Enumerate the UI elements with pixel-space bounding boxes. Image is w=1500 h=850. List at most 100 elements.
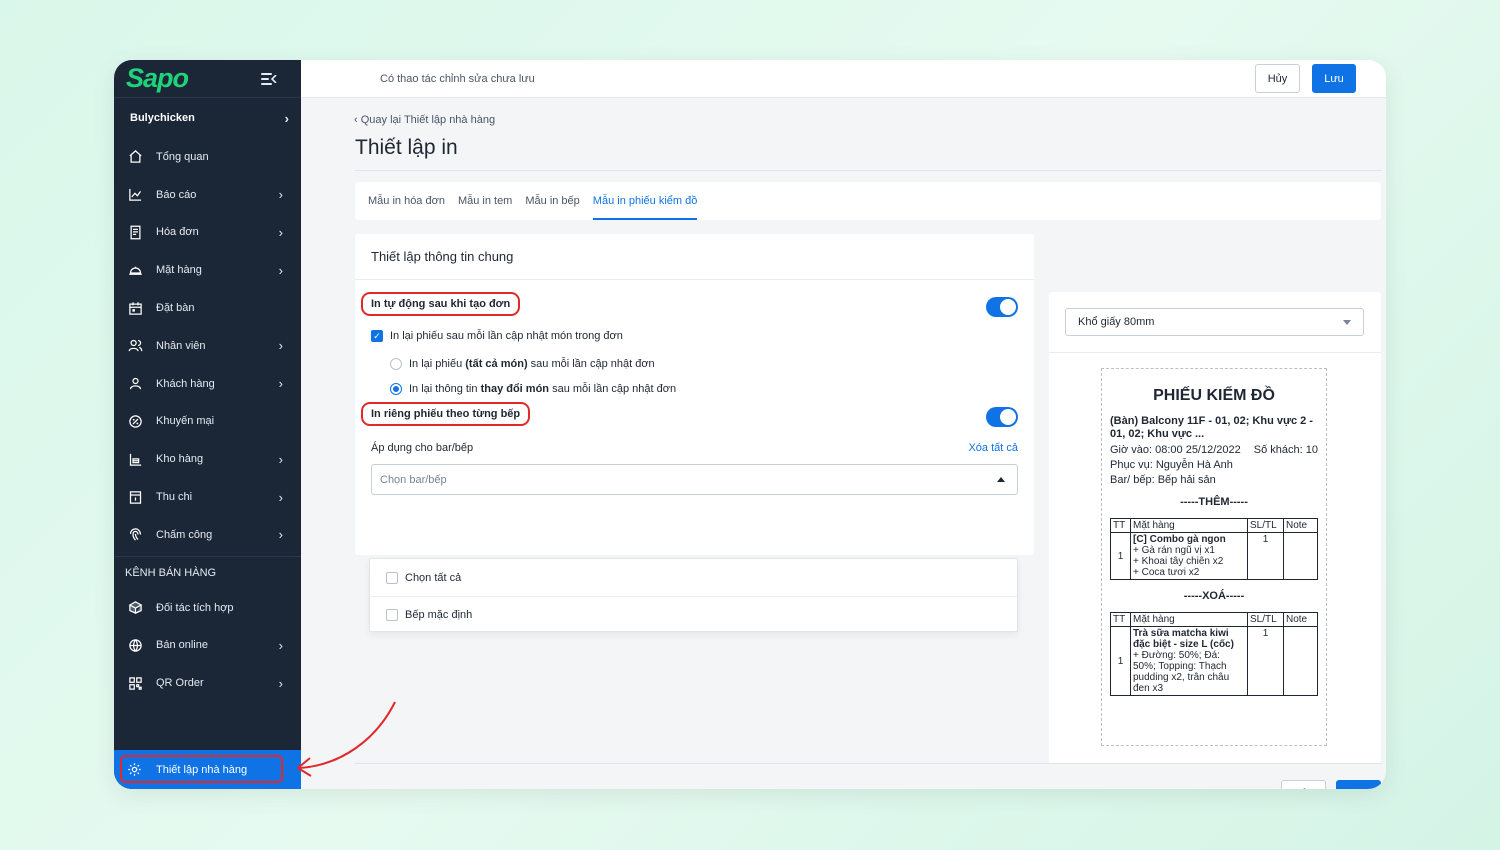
sidebar-item-receipt[interactable]: Hóa đơn › xyxy=(114,214,301,252)
radio-changed-items-row[interactable]: In lại thông tin thay đổi món sau mỗi lầ… xyxy=(390,383,676,395)
sidebar-item-home[interactable]: Tổng quan xyxy=(114,138,301,176)
kitchen-select[interactable]: Chọn bar/bếp xyxy=(371,464,1018,495)
table-header: TT Mặt hàng SL/TL Note xyxy=(1110,518,1318,534)
caret-up-icon xyxy=(997,477,1005,482)
sidebar-item-qr[interactable]: QR Order › xyxy=(114,664,301,702)
sidebar-item-globe[interactable]: Bán online › xyxy=(114,627,301,665)
sidebar-item-label: Kho hàng xyxy=(156,453,204,466)
caret-down-icon xyxy=(1343,319,1351,325)
unsaved-message: Có thao tác chỉnh sửa chưa lưu xyxy=(380,72,535,85)
clear-all-link[interactable]: Xóa tất cả xyxy=(968,442,1018,454)
tab-kitchen-template[interactable]: Mẫu in bếp xyxy=(525,182,579,220)
select-placeholder: Chọn bar/bếp xyxy=(380,473,447,486)
discount-icon xyxy=(127,413,143,429)
print-template-tabs: Mẫu in hóa đơn Mẫu in tem Mẫu in bếp Mẫu… xyxy=(355,182,1381,220)
sidebar-header: Sapo xyxy=(114,60,301,98)
wallet-icon xyxy=(127,489,143,505)
tab-label-template[interactable]: Mẫu in tem xyxy=(458,182,512,220)
radio-all-items[interactable] xyxy=(390,358,402,370)
sidebar-item-label: Báo cáo xyxy=(156,188,197,201)
chevron-right-icon: › xyxy=(278,675,283,691)
checkbox-unchecked[interactable] xyxy=(386,571,398,584)
main-content: ‹ Quay lại Thiết lập nhà hàng Thiết lập … xyxy=(301,98,1386,789)
checkbox-unchecked[interactable] xyxy=(386,609,398,621)
chevron-right-icon: › xyxy=(278,451,283,467)
sidebar-item-warehouse[interactable]: Kho hàng › xyxy=(114,440,301,478)
sapo-logo: Sapo xyxy=(126,63,189,93)
chevron-right-icon: › xyxy=(278,637,283,653)
sidebar-nav: Tổng quan Báo cáo › Hóa đơn › Mặt hàng › Đặt bà… xyxy=(114,138,301,554)
sidebar-item-users[interactable]: Nhân viên › xyxy=(114,327,301,365)
option-select-all[interactable]: Chọn tất cả xyxy=(370,559,1017,596)
topbar: Có thao tác chỉnh sửa chưa lưu Hủy Lưu xyxy=(301,60,1386,98)
sidebar-item-label: Thu chi xyxy=(156,491,193,504)
sidebar-item-label: Đặt bàn xyxy=(156,302,195,315)
receipt-icon xyxy=(127,224,143,240)
footer-cancel-button[interactable]: Hủy xyxy=(1281,780,1326,789)
card-heading: Thiết lập thông tin chung xyxy=(355,234,1034,280)
table-row: 1 [C] Combo gà ngon + Gà rán ngũ vị x1 +… xyxy=(1110,532,1318,581)
users-icon xyxy=(127,338,143,354)
chevron-right-icon: › xyxy=(278,338,283,354)
receipt-checkin-row: Giờ vào: 08:00 25/12/2022 Số khách: 10 xyxy=(1110,444,1318,457)
added-separator: -----THÊM----- xyxy=(1180,496,1248,509)
removed-items-table: TT Mặt hàng SL/TL Note 1 Trà sữa matcha … xyxy=(1110,612,1318,697)
removed-separator: -----XOÁ----- xyxy=(1183,590,1245,603)
chevron-right-icon: › xyxy=(278,489,283,505)
radio-changed-items[interactable] xyxy=(390,383,402,395)
footer-actions: Hủy Lưu xyxy=(1281,780,1381,789)
paper-size-select[interactable]: Khổ giấy 80mm xyxy=(1065,308,1364,336)
sidebar-item-restaurant-settings[interactable]: Thiết lập nhà hàng xyxy=(114,750,301,789)
top-save-button[interactable]: Lưu xyxy=(1312,64,1356,93)
separate-print-row: In riêng phiếu theo từng bếp xyxy=(361,402,531,426)
user-icon xyxy=(127,376,143,392)
sidebar: Sapo Bulychicken › Tổng quan Báo cáo › Hóa … xyxy=(114,60,301,789)
kitchen-dropdown: Chọn tất cả Bếp mặc định xyxy=(369,558,1018,632)
tab-invoice-template[interactable]: Mẫu in hóa đơn xyxy=(368,182,445,220)
collapse-menu-icon[interactable] xyxy=(261,72,277,86)
tab-checklist-template[interactable]: Mẫu in phiếu kiểm đồ xyxy=(592,182,697,220)
divider xyxy=(355,170,1382,171)
highlight-annotation xyxy=(120,755,283,783)
paper-size-value: Khổ giấy 80mm xyxy=(1078,316,1155,328)
sidebar-item-wallet[interactable]: Thu chi › xyxy=(114,478,301,516)
sidebar-item-dish[interactable]: Mặt hàng › xyxy=(114,251,301,289)
auto-print-toggle[interactable] xyxy=(986,297,1018,317)
checkbox-checked[interactable]: ✓ xyxy=(371,330,383,342)
receipt-table-info: (Bàn) Balcony 11F - 01, 02; Khu vực 2 - … xyxy=(1110,415,1313,441)
reprint-checkbox-row[interactable]: ✓ In lại phiếu sau mỗi lần cập nhật món … xyxy=(371,330,623,342)
sidebar-channel-nav: Đối tác tích hợp Bán online › QR Order › xyxy=(114,589,301,702)
radio-all-items-row[interactable]: In lại phiếu (tất cả món) sau mỗi lần cậ… xyxy=(390,358,655,370)
sidebar-item-boxes[interactable]: Đối tác tích hợp xyxy=(114,589,301,627)
qr-icon xyxy=(127,675,143,691)
option-default-kitchen[interactable]: Bếp mặc định xyxy=(370,596,1017,633)
top-cancel-button[interactable]: Hủy xyxy=(1255,64,1300,93)
reprint-label: In lại phiếu sau mỗi lần cập nhật món tr… xyxy=(390,330,623,342)
sidebar-item-discount[interactable]: Khuyến mại xyxy=(114,403,301,441)
sidebar-item-calendar[interactable]: Đặt bàn xyxy=(114,289,301,327)
chevron-right-icon: › xyxy=(278,262,283,278)
sidebar-item-label: Hóa đơn xyxy=(156,226,199,239)
auto-print-label: In tự động sau khi tạo đơn xyxy=(361,292,521,316)
sales-channel-section-title: KÊNH BÁN HÀNG xyxy=(114,555,301,589)
print-preview-panel: Khổ giấy 80mm PHIẾU KIỂM ĐỒ (Bàn) Balcon… xyxy=(1049,292,1381,764)
general-settings-card: Thiết lập thông tin chung In tự động sau… xyxy=(355,234,1034,555)
sidebar-item-label: Bán online xyxy=(156,639,208,652)
table-header: TT Mặt hàng SL/TL Note xyxy=(1110,612,1318,628)
back-link[interactable]: ‹ Quay lại Thiết lập nhà hàng xyxy=(354,114,495,126)
chevron-right-icon: › xyxy=(278,527,283,543)
fingerprint-icon xyxy=(127,527,143,543)
footer-save-button[interactable]: Lưu xyxy=(1336,780,1381,789)
sidebar-item-label: Mặt hàng xyxy=(156,264,202,277)
sidebar-item-label: Khuyến mại xyxy=(156,415,215,428)
separate-print-toggle[interactable] xyxy=(986,407,1018,427)
store-name: Bulychicken xyxy=(130,112,195,124)
sidebar-item-fingerprint[interactable]: Chấm công › xyxy=(114,516,301,554)
sidebar-item-chart[interactable]: Báo cáo › xyxy=(114,176,301,214)
sidebar-item-user[interactable]: Khách hàng › xyxy=(114,365,301,403)
app-window: Sapo Bulychicken › Tổng quan Báo cáo › Hóa … xyxy=(114,60,1386,789)
annotation-arrow xyxy=(296,701,396,777)
home-icon xyxy=(127,149,143,165)
store-selector[interactable]: Bulychicken › xyxy=(114,98,301,138)
receipt-kitchen: Bar/ bếp: Bếp hải sản xyxy=(1110,474,1216,487)
